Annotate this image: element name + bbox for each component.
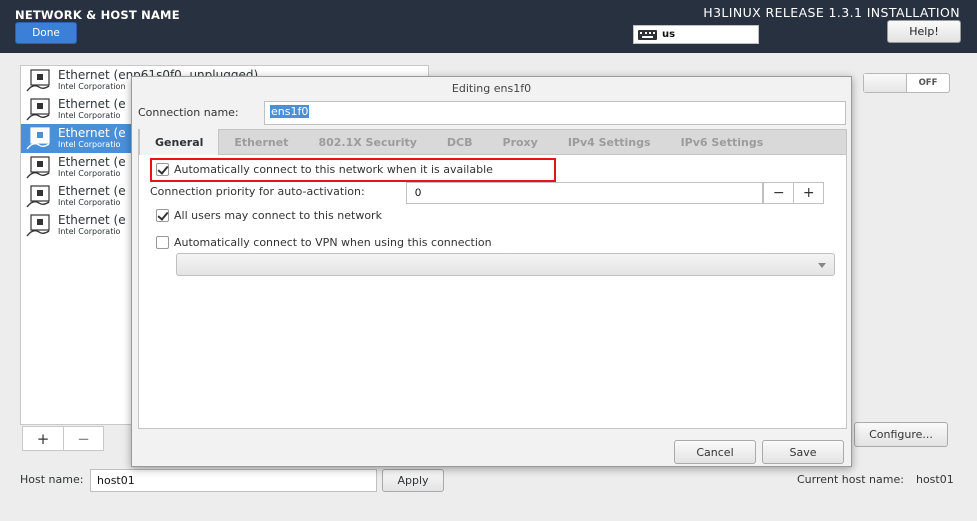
remove-device-button[interactable]: −: [62, 427, 103, 450]
ethernet-icon: [25, 156, 52, 180]
dialog-tabs: General Ethernet 802.1X Security DCB Pro…: [138, 129, 847, 156]
keyboard-layout-label: us: [662, 29, 676, 40]
ethernet-icon: [25, 98, 52, 122]
network-device-vendor: Intel Corporatio: [58, 169, 121, 178]
tab-general[interactable]: General: [139, 129, 220, 156]
general-tab-panel: Automatically connect to this network wh…: [138, 155, 847, 429]
priority-input[interactable]: [406, 182, 763, 204]
auto-connect-option[interactable]: Automatically connect to this network wh…: [156, 163, 493, 176]
priority-stepper: − +: [763, 182, 824, 204]
current-host-name: Current host name: host01: [797, 473, 954, 486]
auto-connect-checkbox[interactable]: [156, 163, 169, 176]
network-device-vendor: Intel Corporatio: [58, 140, 121, 149]
tab-ethernet[interactable]: Ethernet: [219, 129, 303, 155]
keyboard-layout-indicator[interactable]: us: [633, 25, 759, 44]
network-device-vendor: Intel Corporatio: [58, 111, 121, 120]
ethernet-icon: [25, 69, 52, 93]
network-device-name: Ethernet (e: [58, 97, 126, 111]
all-users-checkbox[interactable]: [156, 209, 169, 222]
top-bar: NETWORK & HOST NAME Done H3LINUX RELEASE…: [0, 0, 977, 53]
connection-name-label: Connection name:: [138, 106, 239, 119]
configure-button[interactable]: Configure...: [854, 422, 948, 447]
device-toggle-switch[interactable]: OFF: [863, 73, 950, 93]
network-device-vendor: Intel Corporatio: [58, 198, 121, 207]
current-host-name-value: host01: [915, 473, 954, 486]
done-button[interactable]: Done: [15, 22, 77, 44]
ethernet-icon: [25, 214, 52, 238]
tab-802-1x-security[interactable]: 802.1X Security: [303, 129, 431, 155]
host-name-input[interactable]: [90, 469, 377, 492]
network-device-name: Ethernet (e: [58, 126, 126, 140]
current-host-name-label: Current host name:: [797, 473, 904, 486]
page-title: NETWORK & HOST NAME: [15, 8, 180, 22]
list-controls: + −: [22, 426, 104, 451]
host-name-label: Host name:: [20, 473, 84, 486]
connection-name-input[interactable]: ens1f0: [264, 101, 846, 125]
network-device-vendor: Intel Corporatio: [58, 227, 121, 236]
keyboard-icon: [638, 29, 657, 40]
chevron-down-icon: [818, 263, 826, 268]
apply-button[interactable]: Apply: [382, 469, 444, 492]
save-button[interactable]: Save: [762, 440, 844, 464]
connection-name-value: ens1f0: [270, 105, 310, 118]
add-device-button[interactable]: +: [23, 427, 63, 450]
priority-label: Connection priority for auto-activation:: [150, 185, 365, 198]
network-device-name: Ethernet (e: [58, 155, 126, 169]
tab-ipv6-settings[interactable]: IPv6 Settings: [666, 129, 779, 155]
vpn-select-dropdown[interactable]: [176, 253, 835, 276]
priority-increase-button[interactable]: +: [793, 183, 823, 203]
vpn-auto-connect-label: Automatically connect to VPN when using …: [174, 236, 492, 249]
network-device-name: Ethernet (e: [58, 213, 126, 227]
cancel-button[interactable]: Cancel: [674, 440, 756, 464]
release-title: H3LINUX RELEASE 1.3.1 INSTALLATION: [703, 5, 960, 20]
vpn-auto-connect-checkbox[interactable]: [156, 236, 169, 249]
tab-proxy[interactable]: Proxy: [488, 129, 553, 155]
help-button[interactable]: Help!: [887, 20, 961, 43]
network-device-name: Ethernet (e: [58, 184, 126, 198]
dialog-title: Editing ens1f0: [451, 82, 532, 95]
ethernet-icon: [25, 185, 52, 209]
tab-ipv4-settings[interactable]: IPv4 Settings: [553, 129, 666, 155]
toggle-state-label: OFF: [918, 78, 938, 88]
toggle-knob: [864, 74, 907, 92]
priority-decrease-button[interactable]: −: [764, 183, 793, 203]
vpn-auto-connect-option[interactable]: Automatically connect to VPN when using …: [156, 236, 492, 249]
all-users-option[interactable]: All users may connect to this network: [156, 209, 382, 222]
all-users-label: All users may connect to this network: [174, 209, 382, 222]
ethernet-icon: [25, 127, 52, 151]
tab-dcb[interactable]: DCB: [432, 129, 488, 155]
auto-connect-label: Automatically connect to this network wh…: [174, 163, 493, 176]
edit-connection-dialog: Editing ens1f0 Connection name: ens1f0 G…: [131, 76, 852, 467]
